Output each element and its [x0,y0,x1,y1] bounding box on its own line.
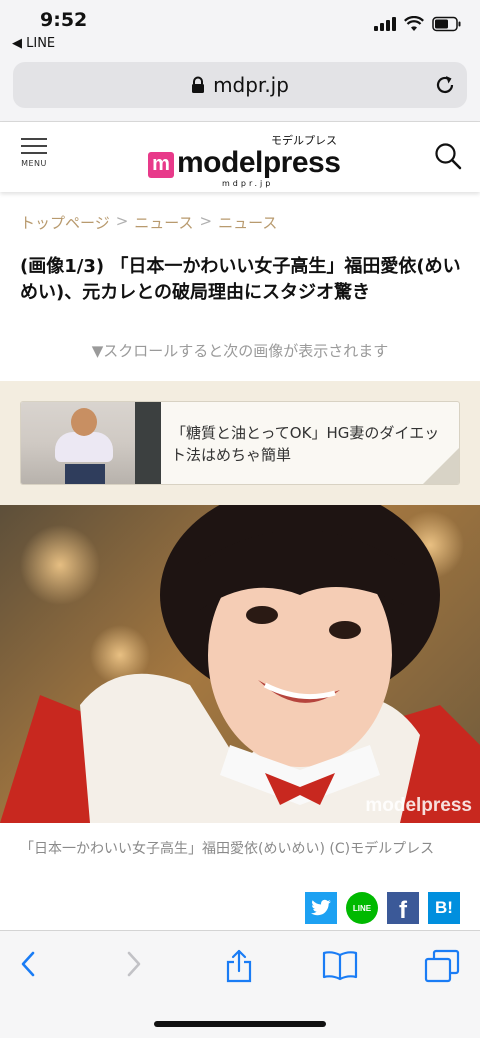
breadcrumb-item-news[interactable]: ニュース [134,212,193,233]
hatena-label: B! [435,898,453,917]
site-logo[interactable]: モデルプレス m modelpress mdpr.jp [148,132,343,188]
search-icon[interactable] [434,142,462,170]
related-article-text: 「糖質と油とってOK」HG妻のダイエット法はめちゃ簡単 [171,424,440,464]
back-chevron-icon[interactable] [18,949,38,979]
site-header: MENU モデルプレス m modelpress mdpr.jp [0,122,480,192]
twitter-share-button[interactable] [305,892,337,924]
status-time: 9:52 [40,9,88,31]
chevron-right-icon: > [199,212,213,230]
wifi-icon [404,16,424,31]
breadcrumb-item-news-sub[interactable]: ニュース [218,212,277,233]
related-article-card[interactable]: 「糖質と油とってOK」HG妻のダイエット法はめちゃ簡単 [20,401,460,485]
related-article-band: 「糖質と油とってOK」HG妻のダイエット法はめちゃ簡単 [0,381,480,505]
status-icons [374,14,462,34]
lock-icon [192,76,205,93]
browser-url-area: mdpr.jp [0,56,480,122]
cellular-signal-icon [374,17,396,31]
portrait-illustration [0,505,480,823]
facebook-icon: f [399,897,407,924]
forward-chevron-icon[interactable] [124,949,144,979]
logo-mark-icon: m [148,152,174,178]
related-article-thumbnail [21,402,161,484]
status-bar: 9:52 ◀ LINE [0,0,480,56]
reload-icon[interactable] [433,73,457,97]
line-label: LINE [352,903,372,913]
menu-label: MENU [21,159,47,168]
page-corner-icon [423,448,459,484]
battery-icon [432,16,461,32]
home-indicator [154,1021,326,1027]
tabs-icon[interactable] [424,949,460,983]
scroll-hint: ▼スクロールすると次の画像が表示されます [91,342,389,360]
article-title: (画像1/3) 「日本一かわいい女子高生」福田愛依(めいめい)、元カレとの破局理… [20,256,461,303]
address-bar[interactable]: mdpr.jp [13,62,467,108]
share-buttons: LINE f B! [305,892,460,924]
chevron-right-icon: > [115,212,129,230]
breadcrumb: トップページ > ニュース > ニュース [20,212,277,233]
photo-caption: 「日本一かわいい女子高生」福田愛依(めいめい) (C)モデルプレス [20,841,435,857]
facebook-share-button[interactable]: f [387,892,419,924]
photo-watermark: modelpress [365,795,472,816]
hatena-bookmark-button[interactable]: B! [428,892,460,924]
logo-domain: mdpr.jp [222,179,274,188]
twitter-icon [311,899,331,916]
article-photo[interactable]: modelpress [0,505,480,823]
browser-toolbar [0,930,480,1038]
breadcrumb-item-top[interactable]: トップページ [20,212,110,233]
logo-name: modelpress [177,146,341,179]
hamburger-icon [21,138,47,140]
menu-button[interactable]: MENU [16,138,52,178]
line-share-button[interactable]: LINE [346,892,378,924]
share-icon[interactable] [224,949,254,983]
bookmarks-icon[interactable] [322,949,358,981]
back-to-app-link[interactable]: ◀ LINE [12,36,55,51]
url-text: mdpr.jp [213,73,289,97]
